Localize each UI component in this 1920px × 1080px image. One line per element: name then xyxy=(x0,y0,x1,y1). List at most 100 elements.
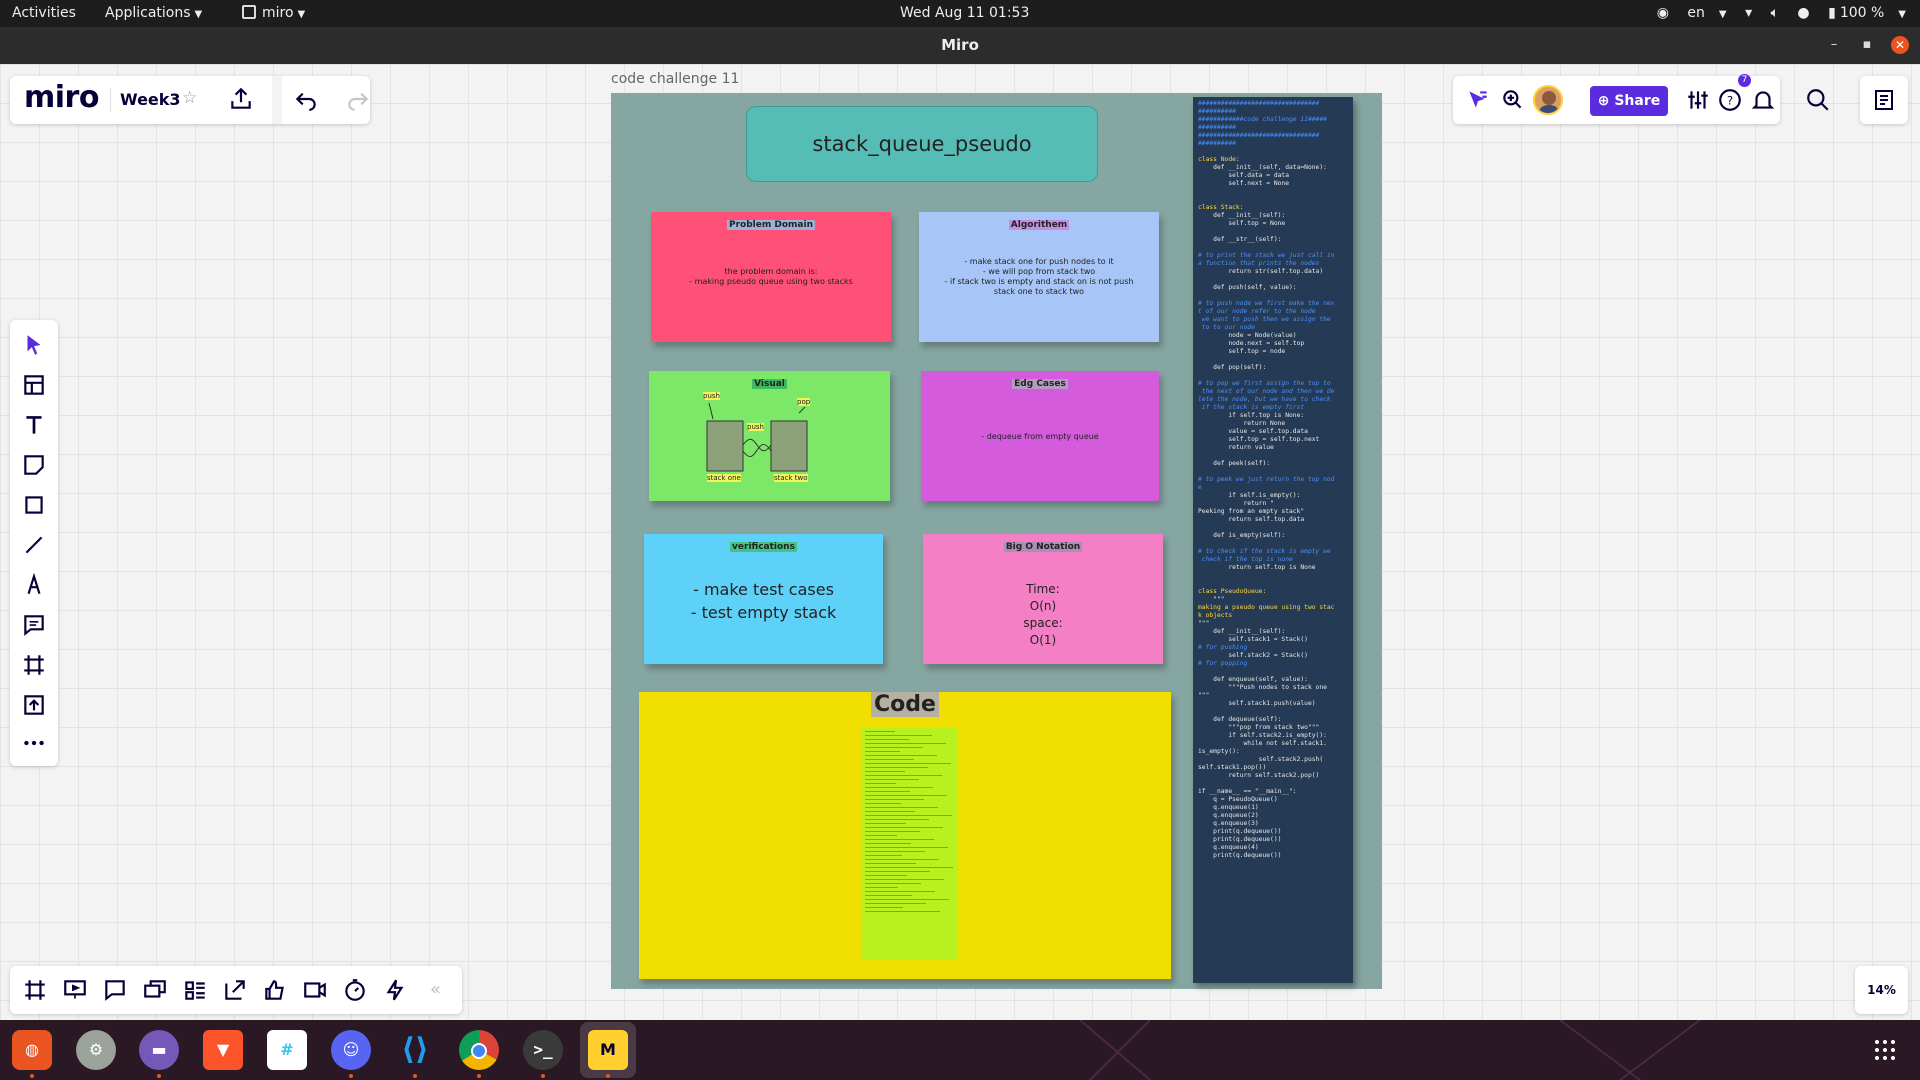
add-collaborator-icon[interactable] xyxy=(1500,87,1526,113)
chrome-icon[interactable] xyxy=(459,1030,499,1070)
discord-tray-icon[interactable]: ◉ xyxy=(1657,5,1669,21)
app-menu-miro[interactable]: miro ▼ xyxy=(242,0,305,27)
code-line: return " xyxy=(1198,500,1274,507)
pop-label: pop xyxy=(797,398,811,406)
settings-app-icon[interactable]: ⚙ xyxy=(76,1030,116,1070)
code-line: class PseudoQueue: xyxy=(1198,588,1267,595)
files-icon[interactable]: ▬ xyxy=(139,1030,179,1070)
video-call-icon[interactable] xyxy=(302,977,328,1003)
lightning-icon[interactable] xyxy=(382,977,408,1003)
sticky-note-icon[interactable] xyxy=(21,452,47,478)
code-thumbnail-line xyxy=(865,867,953,868)
system-status-area[interactable]: ◉ en ▼ ▾ 🔈︎ ● ▮ 100 % ▼ xyxy=(1643,0,1906,27)
reactions-icon[interactable] xyxy=(262,977,288,1003)
export-icon[interactable] xyxy=(228,86,254,112)
notes-icon[interactable] xyxy=(1872,87,1896,113)
code-line: # to print the stack we just call in xyxy=(1198,252,1335,259)
avatar[interactable] xyxy=(1533,85,1563,115)
sticky-visual[interactable]: Visual push pop push stack one stack two xyxy=(649,371,890,501)
code-thumbnail-line xyxy=(865,739,909,740)
minimize-button[interactable]: – xyxy=(1825,36,1843,54)
undo-icon[interactable] xyxy=(293,86,319,112)
templates-icon[interactable] xyxy=(21,372,47,398)
running-indicator xyxy=(606,1074,610,1078)
code-line: ############code challenge 11##### xyxy=(1198,116,1327,123)
comment-tool-icon[interactable] xyxy=(21,612,47,638)
code-thumbnail-line xyxy=(865,731,895,732)
pen-tool-icon[interactable] xyxy=(21,572,47,598)
miro-dock-icon[interactable]: M xyxy=(588,1030,628,1070)
upload-icon[interactable] xyxy=(21,692,47,718)
frame-label[interactable]: code challenge 11 xyxy=(611,71,739,87)
applications-menu[interactable]: Applications ▼ xyxy=(105,0,202,27)
notes-panel[interactable] xyxy=(1860,76,1908,124)
sticky-header: Visual xyxy=(752,379,787,389)
board-name[interactable]: Week3 xyxy=(120,90,181,109)
ubuntu-software-icon[interactable]: ◍ xyxy=(12,1030,52,1070)
chevron-down-icon: ▼ xyxy=(194,9,203,20)
sticky-verifications[interactable]: verifications - make test cases - test e… xyxy=(644,534,883,664)
frames-icon[interactable] xyxy=(22,977,48,1003)
share-screen-icon[interactable] xyxy=(222,977,248,1003)
timer-icon[interactable] xyxy=(342,977,368,1003)
code-block[interactable]: ################################ ########… xyxy=(1193,97,1353,983)
code-line: def __init__(self, data=None): xyxy=(1198,164,1327,171)
notifications-bell-icon[interactable] xyxy=(1750,87,1776,113)
help-icon[interactable]: ? xyxy=(1717,87,1743,113)
sticky-code[interactable]: Code xyxy=(639,692,1171,979)
code-thumbnail-line xyxy=(865,859,939,860)
miro-logo[interactable]: miro xyxy=(24,80,99,115)
search-icon[interactable] xyxy=(1805,87,1831,113)
frame-tool-icon[interactable] xyxy=(21,652,47,678)
sticky-big-o[interactable]: Big O Notation Time: O(n) space: O(1) xyxy=(923,534,1163,664)
code-line: self.stack2.push( xyxy=(1198,756,1324,763)
code-thumbnail-line xyxy=(865,815,952,816)
more-tools-icon[interactable] xyxy=(21,730,47,756)
cards-icon[interactable] xyxy=(142,977,168,1003)
maximize-button[interactable]: ▪ xyxy=(1858,36,1876,54)
sticky-algorithm[interactable]: Algorithem - make stack one for push nod… xyxy=(919,212,1159,342)
sticky-problem-domain[interactable]: Problem Domain the problem domain is: - … xyxy=(651,212,891,342)
vscode-icon[interactable]: ⟨⟩ xyxy=(395,1030,435,1070)
discord-icon[interactable]: ☺ xyxy=(331,1030,371,1070)
presentation-icon[interactable] xyxy=(62,977,88,1003)
select-tool-icon[interactable] xyxy=(21,332,47,358)
zoom-level[interactable]: 14% xyxy=(1855,966,1908,1014)
line-tool-icon[interactable] xyxy=(21,532,47,558)
title-card[interactable]: stack_queue_pseudo xyxy=(746,106,1098,182)
code-line: if __name__ == "__main__": xyxy=(1198,788,1297,795)
code-thumbnail-line xyxy=(865,871,930,872)
text-tool-icon[interactable] xyxy=(21,412,47,438)
sticky-text: the problem domain is: xyxy=(724,267,818,276)
frame[interactable]: stack_queue_pseudo Problem Domain the pr… xyxy=(611,93,1382,989)
sticky-edge-cases[interactable]: Edg Cases - dequeue from empty queue xyxy=(921,371,1159,501)
clock[interactable]: Wed Aug 11 01:53 xyxy=(900,0,1029,27)
shape-tool-icon[interactable] xyxy=(21,492,47,518)
terminal-icon[interactable]: >_ xyxy=(523,1030,563,1070)
board-canvas[interactable]: miro Week3 ☆ ⊕ Share ? 7 « 14% code chal… xyxy=(0,64,1920,1020)
collapse-toolbar-icon[interactable]: « xyxy=(430,979,441,1000)
settings-sliders-icon[interactable] xyxy=(1685,87,1711,113)
language-indicator[interactable]: en xyxy=(1687,5,1705,21)
brave-browser-icon[interactable]: ▼ xyxy=(203,1030,243,1070)
activities-button[interactable]: Activities xyxy=(12,0,76,27)
slack-icon[interactable]: # xyxy=(267,1030,307,1070)
close-window-button[interactable]: ✕ xyxy=(1891,36,1909,54)
share-button[interactable]: ⊕ Share xyxy=(1590,86,1668,116)
code-line: """pop from stack two""" xyxy=(1198,724,1320,731)
code-thumbnail-line xyxy=(865,823,906,824)
kanban-icon[interactable] xyxy=(182,977,208,1003)
redo-icon[interactable] xyxy=(345,86,371,112)
cursor-share-icon[interactable] xyxy=(1465,87,1491,113)
code-line: """ xyxy=(1198,596,1225,603)
star-icon[interactable]: ☆ xyxy=(182,88,197,108)
divider xyxy=(110,88,111,112)
stack-one-label: stack one xyxy=(707,474,741,482)
comments-icon[interactable] xyxy=(102,977,128,1003)
show-apps-grid-icon[interactable] xyxy=(1873,1038,1897,1062)
